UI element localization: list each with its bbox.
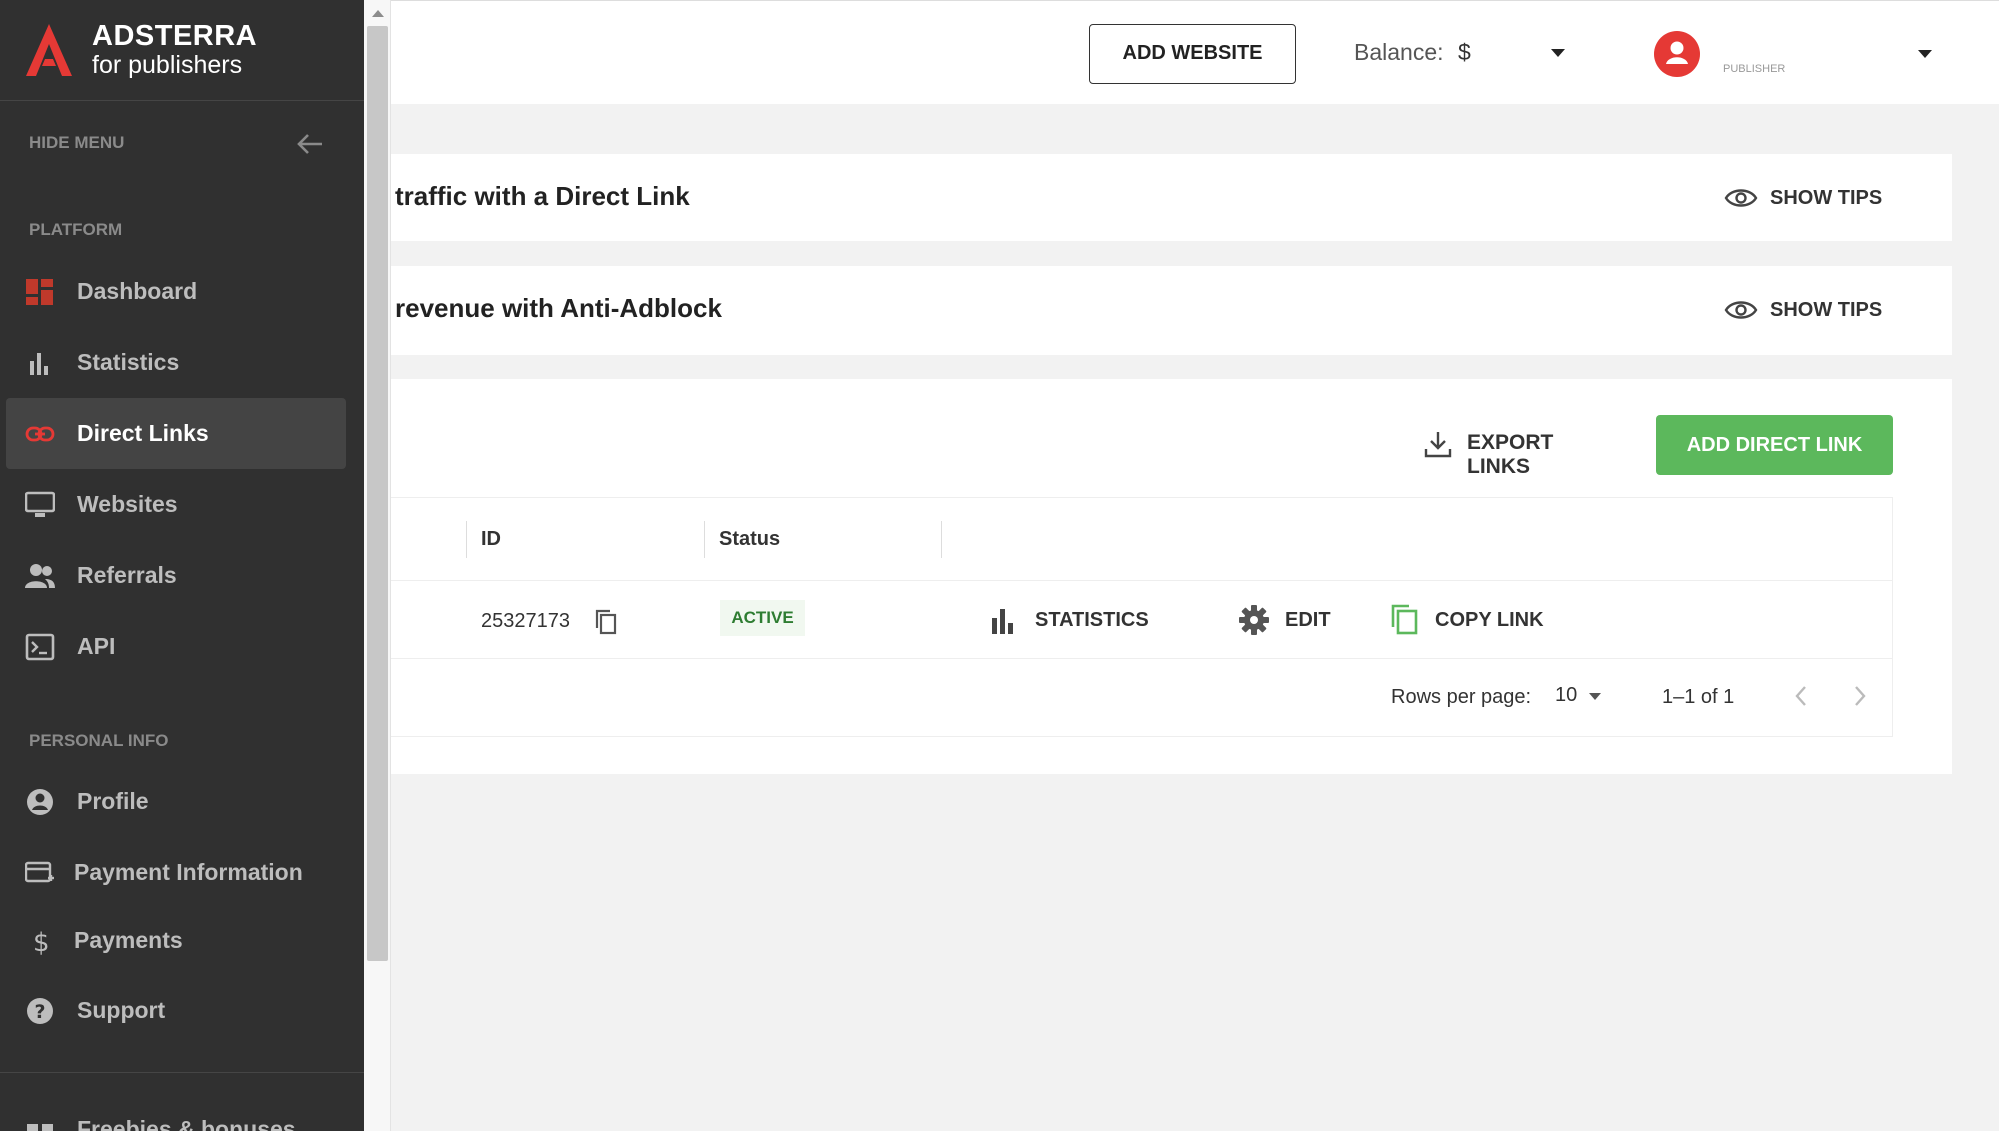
column-header-id[interactable]: ID [481, 528, 501, 551]
sidebar-item-label: Payment Information [74, 859, 303, 885]
export-links-label: EXPORT LINKS [1467, 431, 1554, 478]
column-separator [941, 521, 942, 558]
tip-title: revenue with Anti-Adblock [395, 293, 722, 323]
tip-card-direct-link: traffic with a Direct Link SHOW TIPS [391, 154, 1952, 241]
sidebar-divider [0, 1072, 364, 1073]
row-divider [391, 580, 1893, 581]
rows-per-page-label: Rows per page: [1391, 686, 1532, 708]
show-tips-button[interactable]: SHOW TIPS [1724, 183, 1894, 219]
status-badge: ACTIVE [720, 600, 805, 636]
statistics-button[interactable]: STATISTICS [989, 605, 1159, 637]
section-personal-label: PERSONAL INFO [29, 731, 169, 750]
sidebar-item-referrals[interactable]: Referrals [6, 540, 346, 611]
link-icon [25, 426, 55, 442]
monitor-icon [25, 491, 55, 517]
edit-label: EDIT [1285, 609, 1331, 631]
sidebar-item-payments[interactable]: $ Payments [6, 905, 346, 976]
sidebar-item-label: Referrals [77, 562, 177, 588]
adsterra-logo-icon [26, 24, 72, 76]
account-icon [27, 789, 53, 815]
show-tips-button[interactable]: SHOW TIPS [1724, 295, 1894, 331]
scrollbar-thumb[interactable] [367, 26, 388, 961]
sidebar-item-support[interactable]: ? Support [6, 975, 346, 1046]
column-separator [704, 521, 705, 558]
users-icon [25, 564, 55, 588]
copy-icon [1391, 604, 1418, 635]
user-icon [1666, 41, 1688, 64]
eye-icon [1724, 189, 1758, 207]
sidebar-item-websites[interactable]: Websites [6, 469, 346, 540]
sidebar-item-label: Payments [74, 927, 183, 953]
chevron-right-icon[interactable] [1852, 684, 1868, 708]
column-header-status[interactable]: Status [719, 528, 780, 551]
section-platform-label: PLATFORM [29, 220, 123, 239]
balance-label: Balance: [1354, 39, 1444, 65]
sidebar-item-label: Dashboard [77, 278, 198, 304]
statistics-label: STATISTICS [1035, 609, 1149, 631]
scroll-up-arrow-icon[interactable] [372, 10, 384, 17]
sidebar-item-label: API [77, 633, 116, 659]
balance-value: $ [1458, 39, 1471, 65]
sidebar-scrollbar[interactable] [364, 0, 391, 1131]
add-direct-link-button[interactable]: ADD DIRECT LINK [1656, 415, 1893, 475]
gift-icon [27, 1124, 53, 1131]
show-tips-label: SHOW TIPS [1770, 187, 1883, 209]
help-icon: ? [27, 998, 53, 1024]
sidebar-item-freebies[interactable]: Freebies & bonuses [6, 1094, 346, 1131]
download-icon [1424, 432, 1452, 458]
sidebar-item-label: Websites [77, 491, 178, 517]
sidebar-item-payment-information[interactable]: Payment Information [6, 837, 346, 908]
edit-button[interactable]: EDIT [1239, 605, 1339, 637]
hide-menu-label: HIDE MENU [29, 133, 125, 152]
sidebar-item-label: Profile [77, 788, 149, 814]
tip-title: traffic with a Direct Link [395, 181, 690, 211]
gear-icon [1239, 605, 1269, 635]
user-menu-dropdown-icon[interactable] [1918, 50, 1932, 58]
tip-card-anti-adblock: revenue with Anti-Adblock SHOW TIPS [391, 266, 1952, 355]
eye-icon [1724, 301, 1758, 319]
credit-card-icon [25, 861, 54, 883]
terminal-icon [25, 633, 55, 661]
pagination-range: 1–1 of 1 [1662, 686, 1735, 708]
rows-per-page-select[interactable]: 10 [1555, 684, 1577, 707]
hide-menu-button[interactable]: HIDE MENU [0, 102, 364, 182]
avatar[interactable] [1654, 31, 1700, 77]
brand-logo[interactable]: ADSTERRA for publishers [0, 0, 364, 101]
show-tips-label: SHOW TIPS [1770, 299, 1883, 321]
bar-chart-icon [992, 609, 1013, 634]
column-separator [466, 521, 467, 558]
svg-text:?: ? [35, 1001, 46, 1023]
rows-per-page-dropdown-icon[interactable] [1589, 693, 1601, 700]
copy-id-icon[interactable] [593, 608, 619, 636]
sidebar-item-profile[interactable]: Profile [6, 766, 346, 837]
dollar-icon: $ [33, 928, 50, 955]
dashboard-icon [26, 279, 53, 305]
sidebar-item-api[interactable]: API [6, 611, 346, 682]
arrow-left-icon [297, 134, 322, 154]
export-links-button[interactable]: EXPORT LINKS [1423, 427, 1613, 478]
balance-dropdown-icon[interactable] [1551, 49, 1565, 57]
chevron-left-icon[interactable] [1793, 684, 1809, 708]
direct-links-card: EXPORT LINKS ADD DIRECT LINK ID Status 2… [391, 379, 1952, 774]
sidebar: ADSTERRA for publishers HIDE MENU PLATFO… [0, 0, 364, 1131]
brand-title: ADSTERRA [92, 20, 258, 52]
svg-text:$: $ [33, 928, 50, 955]
copy-link-label: COPY LINK [1435, 609, 1544, 631]
sidebar-item-label: Support [77, 997, 166, 1023]
top-bar: ADD WEBSITE Balance: $ PUBLISHER [391, 0, 1999, 104]
sidebar-item-direct-links[interactable]: Direct Links [6, 398, 346, 469]
link-id: 25327173 [481, 610, 570, 632]
direct-links-table: ID Status 25327173 ACTIVE STATISTICS EDI… [391, 497, 1893, 737]
sidebar-item-label: Direct Links [77, 420, 209, 446]
bar-chart-icon [30, 353, 48, 375]
row-divider [391, 658, 1893, 659]
sidebar-item-dashboard[interactable]: Dashboard [6, 256, 346, 327]
sidebar-item-label: Freebies & bonuses [77, 1116, 296, 1131]
brand-subtitle: for publishers [92, 51, 243, 79]
add-website-button[interactable]: ADD WEBSITE [1089, 24, 1296, 84]
user-role: PUBLISHER [1723, 63, 1786, 75]
copy-link-button[interactable]: COPY LINK [1389, 604, 1559, 637]
sidebar-item-statistics[interactable]: Statistics [6, 327, 346, 398]
sidebar-item-label: Statistics [77, 349, 180, 375]
